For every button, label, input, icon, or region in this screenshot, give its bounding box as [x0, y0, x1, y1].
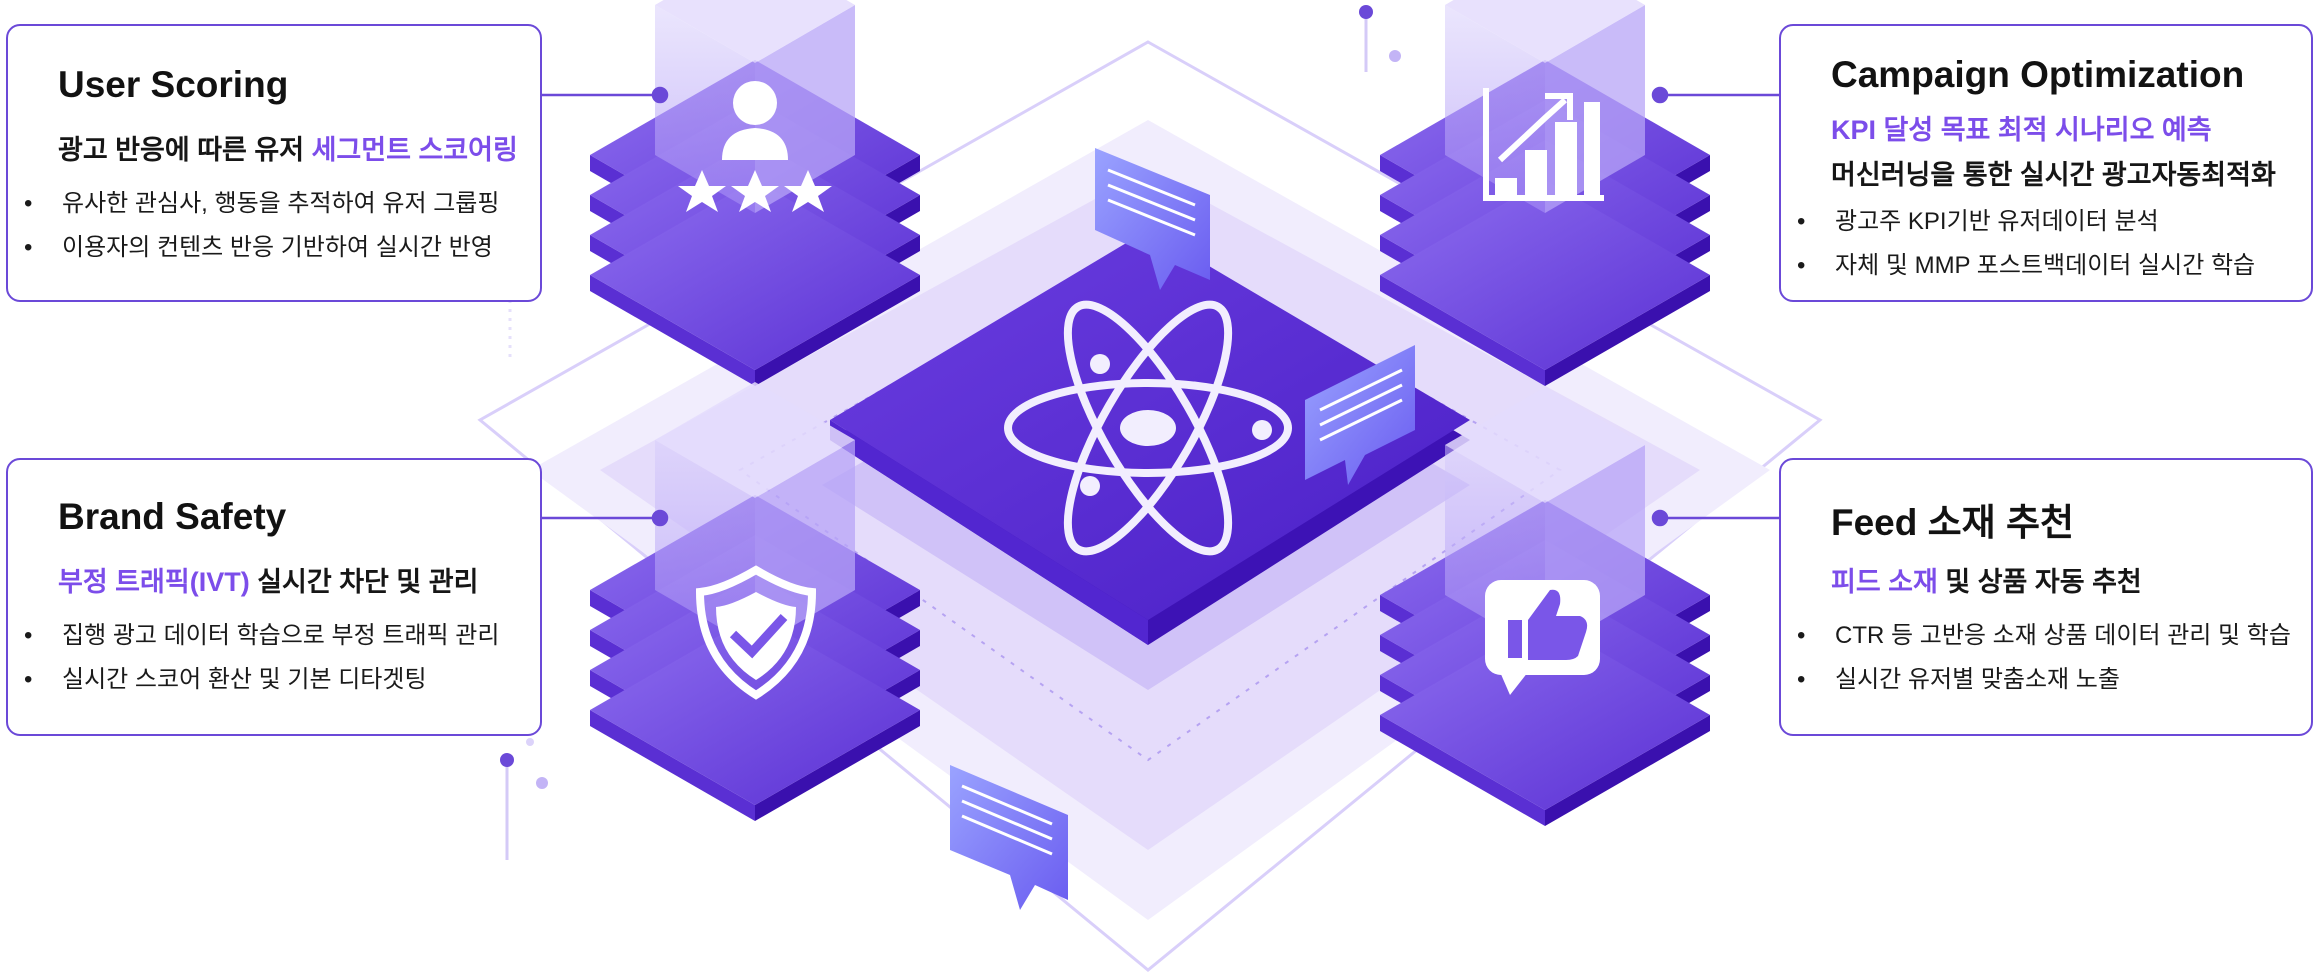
card-feed-recommendation: Feed 소재 추천 피드 소재 및 상품 자동 추천 CTR 등 고반응 소재…	[1779, 458, 2313, 736]
card-subtitle: 광고 반응에 따른 유저 세그먼트 스코어링	[58, 128, 518, 167]
subtitle-plain: 광고 반응에 따른 유저	[58, 135, 312, 165]
bullet-list: 집행 광고 데이터 학습으로 부정 트래픽 관리 실시간 스코어 환산 및 기본…	[22, 614, 499, 702]
subtitle-accent: 피드 소재	[1831, 567, 1938, 597]
subtitle-plain: 및 상품 자동 추천	[1937, 567, 2142, 597]
subtitle-accent: 세그먼트 스코어링	[311, 135, 518, 165]
card-title: Feed 소재 추천	[1831, 502, 2075, 543]
card-title: Brand Safety	[58, 496, 287, 537]
card-subtitle: 피드 소재 및 상품 자동 추천	[1831, 560, 2142, 599]
card-subtitle-accent: KPI 달성 목표 최적 시나리오 예측	[1831, 115, 2212, 145]
card-subtitle: 부정 트래픽(IVT) 실시간 차단 및 관리	[58, 560, 478, 599]
card-title: User Scoring	[58, 64, 289, 105]
bullet-list: 유사한 관심사, 행동을 추적하여 유저 그룹핑 이용자의 컨텐츠 반응 기반하…	[22, 182, 499, 270]
subtitle-plain: 실시간 차단 및 관리	[249, 567, 479, 597]
subtitle-accent: 부정 트래픽(IVT)	[58, 567, 250, 597]
card-brand-safety: Brand Safety 부정 트래픽(IVT) 실시간 차단 및 관리 집행 …	[6, 458, 542, 736]
card-user-scoring: User Scoring 광고 반응에 따른 유저 세그먼트 스코어링 유사한 …	[6, 24, 542, 302]
list-item: 실시간 스코어 환산 및 기본 디타겟팅	[22, 658, 499, 702]
list-item: 집행 광고 데이터 학습으로 부정 트래픽 관리	[22, 614, 499, 658]
list-item: 이용자의 컨텐츠 반응 기반하여 실시간 반영	[22, 226, 499, 270]
list-item: 광고주 KPI기반 유저데이터 분석	[1795, 200, 2255, 244]
bullet-list: CTR 등 고반응 소재 상품 데이터 관리 및 학습 실시간 유저별 맞춤소재…	[1795, 614, 2291, 702]
list-item: 유사한 관심사, 행동을 추적하여 유저 그룹핑	[22, 182, 499, 226]
card-subtitle: 머신러닝을 통한 실시간 광고자동최적화	[1831, 160, 2276, 190]
card-title: Campaign Optimization	[1831, 54, 2245, 95]
list-item: 자체 및 MMP 포스트백데이터 실시간 학습	[1795, 244, 2255, 288]
card-campaign-optimization: Campaign Optimization KPI 달성 목표 최적 시나리오 …	[1779, 24, 2313, 302]
list-item: 실시간 유저별 맞춤소재 노출	[1795, 658, 2291, 702]
list-item: CTR 등 고반응 소재 상품 데이터 관리 및 학습	[1795, 614, 2291, 658]
bullet-list: 광고주 KPI기반 유저데이터 분석 자체 및 MMP 포스트백데이터 실시간 …	[1795, 200, 2255, 288]
